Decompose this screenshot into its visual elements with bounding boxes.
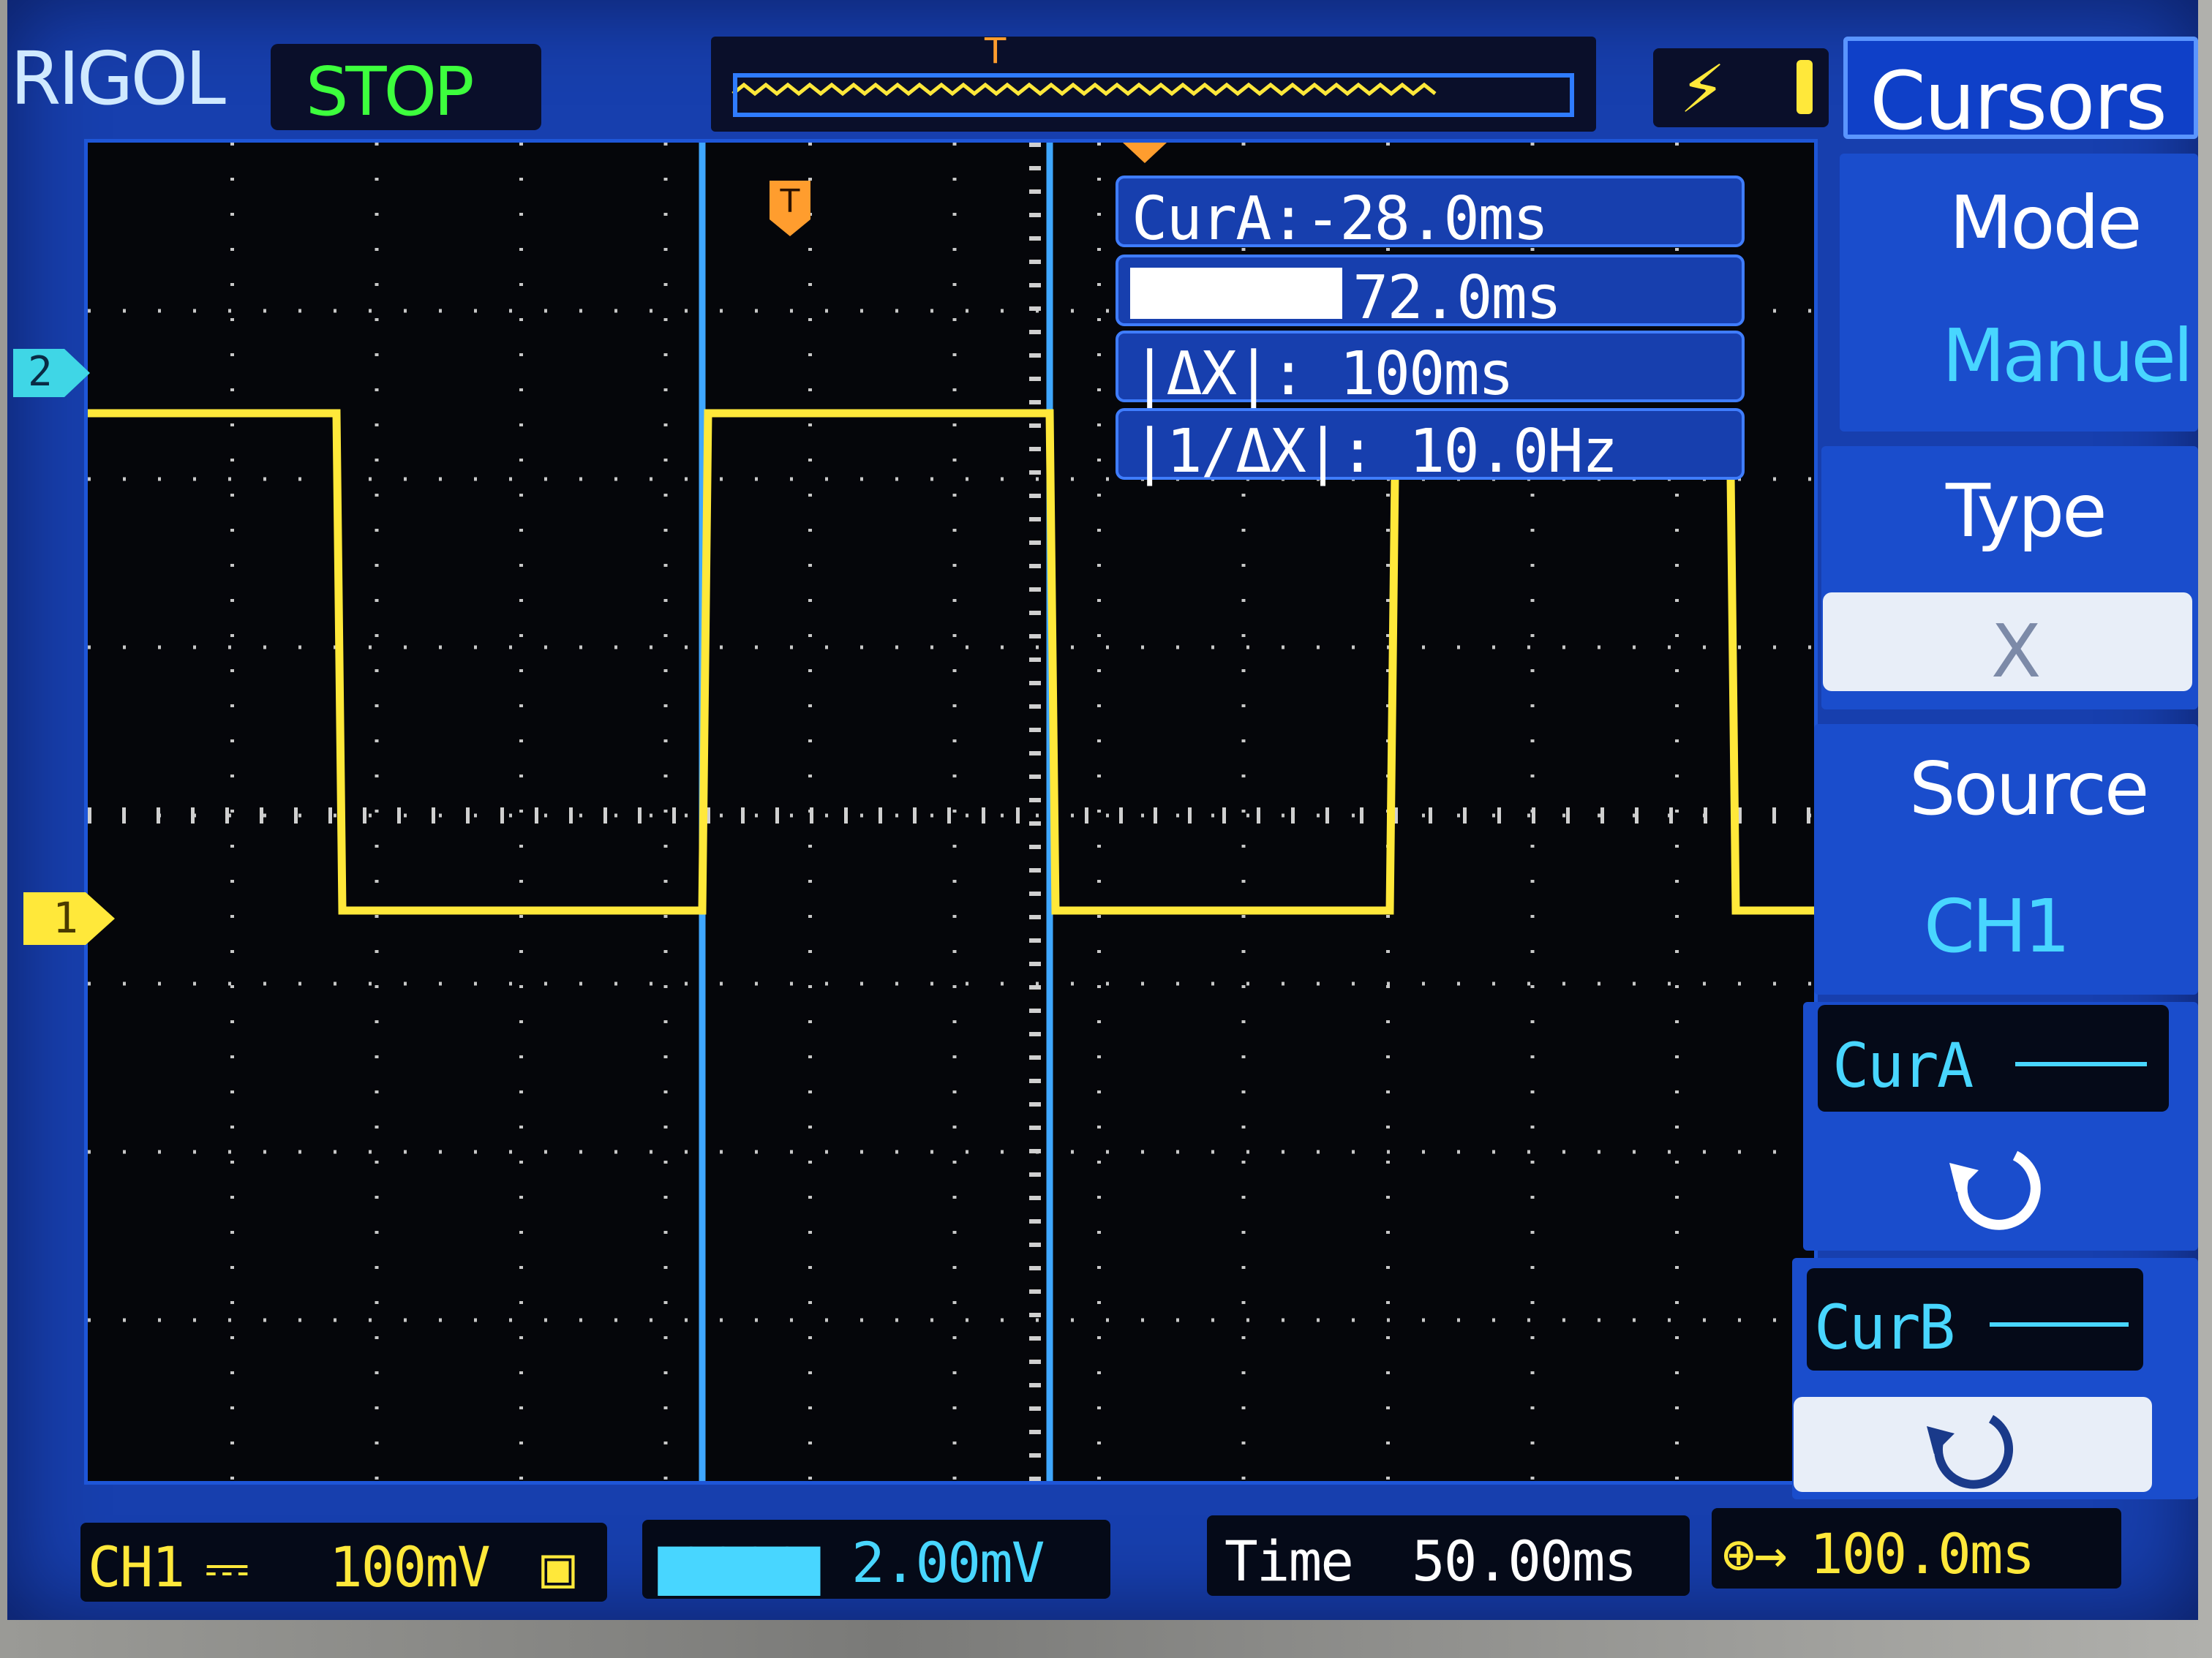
trigger-position-top-marker: T (985, 31, 1007, 72)
cursor-menu: Cursors Mode Manuel Type X Source CH1 Cu… (1785, 0, 2198, 1620)
trigger-delay: 100.0ms (1810, 1521, 2035, 1586)
type-value: X (1991, 608, 2041, 694)
ch1-scale: 100mV (329, 1534, 491, 1599)
cursor-a-label-box: CurA (1818, 1005, 2169, 1112)
cursor-b-label-highlight (1130, 268, 1342, 319)
mode-button[interactable]: Mode Manuel (1840, 154, 2198, 432)
ch1-level-marker[interactable]: 1 (23, 891, 118, 946)
ch2-scale: 2.00mV (851, 1530, 1045, 1595)
ch2-off-indicator: ▆▆▆▆▆ (658, 1530, 820, 1595)
dc-coupling-icon: ⎓ (205, 1534, 249, 1599)
ch2-status[interactable]: ▆▆▆▆▆ 2.00mV (642, 1520, 1110, 1599)
source-label: Source (1909, 746, 2149, 832)
mode-value: Manuel (1942, 313, 2194, 399)
run-state-label: STOP (306, 53, 474, 131)
cursor-a-readout: CurA:-28.0ms (1116, 176, 1745, 254)
type-button[interactable]: Type X (1821, 446, 2198, 709)
trigger-offset-marker (1123, 143, 1167, 165)
type-selected-box: X (1823, 592, 2192, 694)
time-scale: 50.00ms (1412, 1529, 1637, 1594)
run-stop-indicator[interactable]: STOP (271, 44, 541, 131)
inverse-delta-x-readout: |1/ΔX|: 10.0Hz (1116, 408, 1745, 486)
cursor-readout: CurA:-28.0ms 72.0ms |ΔX|: 100ms |1/ΔX|: … (1116, 167, 1752, 489)
trigger-delay-icon: ⊕→ (1722, 1521, 1788, 1586)
cursor-b-knob-selected (1794, 1397, 2152, 1492)
svg-text:T: T (780, 183, 800, 220)
source-value: CH1 (1924, 883, 2071, 969)
rotate-knob-icon (1949, 1150, 2041, 1230)
type-label: Type (1946, 468, 2107, 554)
menu-title: Cursors (1843, 37, 2198, 148)
ch2-level-marker[interactable]: 2 (13, 347, 94, 399)
bandwidth-limit-icon: ▣ (541, 1534, 575, 1599)
ch1-label: CH1 (88, 1534, 185, 1599)
cursor-b-readout: 72.0ms (1116, 255, 1745, 333)
cursor-a-button[interactable]: CurA (1803, 1002, 2198, 1251)
rotate-knob-icon (1927, 1414, 2014, 1489)
timebase-status[interactable]: Time 50.00ms (1207, 1515, 1690, 1596)
memory-depth-bar: T (711, 31, 1596, 132)
trigger-time-marker: T (768, 179, 812, 238)
brand-logo: RIGOL (10, 36, 226, 121)
delta-x-readout: |ΔX|: 100ms (1116, 331, 1745, 409)
rising-edge-icon: ⚡ (1679, 51, 1726, 128)
source-button[interactable]: Source CH1 (1814, 724, 2198, 995)
ch1-status[interactable]: CH1 ⎓ 100mV ▣ (80, 1523, 607, 1602)
cursor-a-line-style (2015, 1062, 2147, 1066)
time-label: Time (1224, 1529, 1354, 1594)
trigger-delay-status[interactable]: ⊕→ 100.0ms (1712, 1508, 2121, 1589)
cursor-b-button[interactable]: CurB (1792, 1258, 2198, 1499)
cursor-b-line-style (1990, 1322, 2129, 1327)
oscilloscope-screen: RIGOL STOP T ⚡ T 2 1 CurA:-28.0ms 72.0ms… (7, 0, 2198, 1620)
memory-view-window (733, 73, 1574, 117)
mode-label: Mode (1949, 180, 2142, 265)
cursor-b-label-box: CurB (1807, 1268, 2143, 1371)
